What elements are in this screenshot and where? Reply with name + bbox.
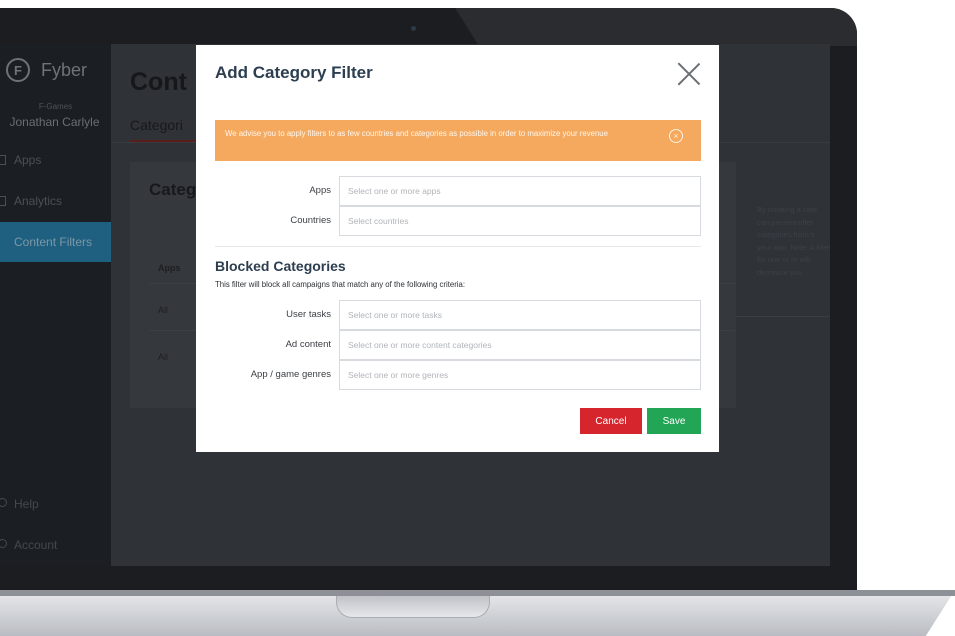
brand-name: Fyber xyxy=(41,59,88,80)
user-name[interactable]: Jonathan Carlyle xyxy=(0,115,117,129)
cancel-button[interactable]: Cancel xyxy=(580,408,642,434)
sidebar-item-help[interactable]: Help xyxy=(0,497,39,511)
alert-text: We advise you to apply filters to as few… xyxy=(225,129,608,138)
countries-select[interactable] xyxy=(339,206,701,236)
sidebar-item-content-filters[interactable]: Content Filters xyxy=(0,222,111,262)
modal-title: Add Category Filter xyxy=(215,63,373,82)
bezel-reflection xyxy=(455,8,857,46)
laptop-notch xyxy=(336,596,490,618)
blocked-categories-title: Blocked Categories xyxy=(215,258,346,274)
sidebar-item-label: Apps xyxy=(14,153,42,167)
add-category-filter-modal: Add Category Filter We advise you to app… xyxy=(196,45,719,452)
sidebar: F Fyber F-Games Jonathan Carlyle Apps An… xyxy=(0,44,111,566)
filter-icon xyxy=(0,237,6,247)
alert-dismiss-icon[interactable]: × xyxy=(669,129,683,143)
apps-icon xyxy=(0,155,6,165)
sidebar-item-label: Analytics xyxy=(14,194,63,208)
help-note-divider xyxy=(736,316,830,317)
user-tasks-select[interactable] xyxy=(339,300,701,330)
camera-icon xyxy=(411,26,416,31)
tab-categories[interactable]: Categori xyxy=(130,117,183,133)
user-tasks-label: User tasks xyxy=(286,309,331,320)
help-icon xyxy=(0,498,7,507)
table-row[interactable]: All xyxy=(158,352,168,362)
sidebar-item-label: Account xyxy=(14,538,58,552)
table-row[interactable]: All xyxy=(158,305,168,315)
blocked-categories-subtitle: This filter will block all campaigns tha… xyxy=(215,280,466,289)
genres-label: App / game genres xyxy=(250,369,331,380)
sidebar-item-apps[interactable]: Apps xyxy=(0,140,111,180)
save-button[interactable]: Save xyxy=(647,408,701,434)
warning-alert: We advise you to apply filters to as few… xyxy=(215,120,701,161)
org-name: F-Games xyxy=(38,102,73,111)
sidebar-item-account[interactable]: Account xyxy=(0,538,58,552)
close-icon[interactable] xyxy=(676,61,702,87)
section-divider xyxy=(215,246,701,247)
ad-content-label: Ad content xyxy=(285,339,331,350)
countries-label: Countries xyxy=(290,215,331,226)
help-note: By creating a cate can prevent offer cat… xyxy=(757,205,830,277)
screenshot: F Fyber F-Games Jonathan Carlyle Apps An… xyxy=(0,0,955,636)
ad-content-select[interactable] xyxy=(339,330,701,360)
analytics-icon xyxy=(0,196,6,206)
apps-select[interactable] xyxy=(339,176,701,206)
sidebar-item-label: Content Filters xyxy=(14,235,93,249)
brand-logo[interactable]: F Fyber xyxy=(6,58,87,82)
sidebar-item-label: Help xyxy=(14,497,39,511)
sidebar-item-analytics[interactable]: Analytics xyxy=(0,181,111,221)
page-title: Cont xyxy=(130,68,187,96)
card-title: Categ xyxy=(149,180,197,199)
genres-select[interactable] xyxy=(339,360,701,390)
fyber-logo-icon: F xyxy=(6,58,30,82)
account-icon xyxy=(0,539,7,548)
apps-label: Apps xyxy=(309,185,331,196)
table-header-apps: Apps xyxy=(158,263,181,273)
